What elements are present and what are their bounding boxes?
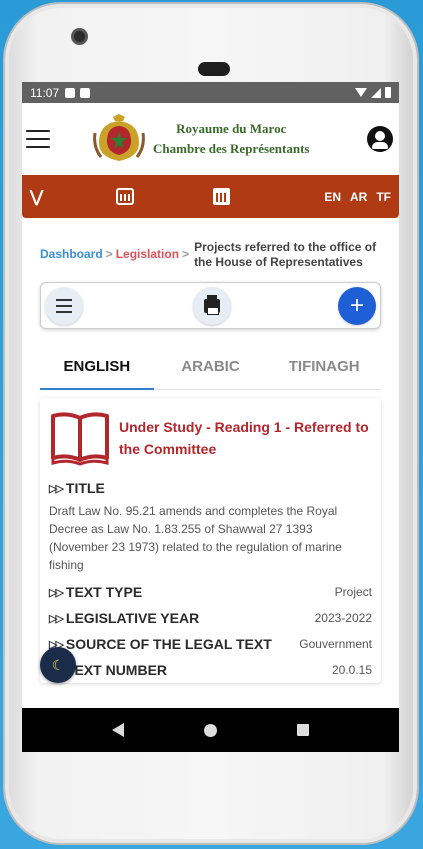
sliders-icon — [56, 298, 72, 313]
field-row: ▷▷ SOURCE OF THE LEGAL TEXT Gouvernment — [49, 636, 372, 652]
recents-icon[interactable] — [297, 724, 309, 736]
wifi-icon — [355, 88, 367, 97]
printer-icon — [204, 294, 220, 315]
legislative-year-value: 2023-2022 — [314, 611, 372, 625]
signal-icon — [371, 87, 381, 98]
notification-icon — [65, 87, 76, 98]
breadcrumb: Dashboard > Legislation > Projects refer… — [22, 218, 399, 270]
double-arrow-icon: ▷▷ — [49, 482, 64, 495]
language-switcher: EN AR TF — [324, 190, 391, 204]
calendar-icon[interactable] — [116, 188, 134, 205]
status-time: 11:07 — [30, 85, 60, 100]
field-label-row: ▷▷ TEXT TYPE — [49, 584, 142, 600]
battery-icon — [385, 87, 391, 98]
status-bar: 11:07 — [22, 82, 399, 103]
chart-icon[interactable] — [213, 188, 230, 205]
tab-arabic[interactable]: ARABIC — [154, 342, 268, 389]
double-chevron-down-icon[interactable]: ⋁ — [30, 187, 50, 207]
coat-of-arms-logo — [93, 114, 145, 161]
text-number-value: 20.0.15 — [331, 663, 372, 677]
android-nav-bar — [22, 708, 399, 752]
menu-icon[interactable] — [26, 130, 50, 148]
breadcrumb-separator: > — [105, 247, 113, 261]
title-label: TITLE — [65, 480, 105, 496]
breadcrumb-current: Projects referred to the office of the H… — [194, 240, 377, 269]
brand-title-line2: Chambre des Représentants — [153, 141, 310, 156]
lang-tf-button[interactable]: TF — [376, 190, 391, 204]
language-tabs: ENGLISH ARABIC TIFINAGH — [40, 342, 381, 390]
print-button[interactable] — [193, 286, 231, 325]
field-row: ▷▷ TEXT NUMBER 20.0.15 — [49, 662, 372, 678]
brand-title-line1: Royaume du Maroc — [176, 121, 287, 136]
field-label-row: ▷▷ LEGISLATIVE YEAR — [49, 610, 199, 626]
tab-english[interactable]: ENGLISH — [40, 342, 154, 390]
front-camera — [71, 28, 88, 45]
field-row: ▷▷ TEXT TYPE Project — [49, 584, 372, 600]
top-nav-bar: ⋁ EN AR TF — [22, 175, 399, 218]
source-value: Gouvernment — [299, 637, 372, 651]
legislative-year-label: LEGISLATIVE YEAR — [65, 610, 200, 626]
breadcrumb-separator: > — [182, 247, 190, 261]
dark-mode-toggle[interactable]: ☾ — [40, 647, 76, 683]
earpiece-speaker — [198, 62, 230, 76]
sd-card-icon — [80, 87, 91, 98]
plus-icon: + — [349, 291, 364, 319]
lang-ar-button[interactable]: AR — [350, 190, 367, 204]
status-row: Under Study - Reading 1 - Referred to th… — [49, 410, 372, 466]
brand-titles: Royaume du Maroc Chambre des Représentan… — [153, 119, 309, 159]
double-arrow-icon: ▷▷ — [49, 612, 64, 625]
tab-tifinagh[interactable]: TIFINAGH — [267, 342, 381, 389]
title-value: Draft Law No. 95.21 amends and completes… — [49, 504, 342, 572]
action-toolbar: + — [40, 282, 381, 329]
field-label-row: ▷▷ SOURCE OF THE LEGAL TEXT — [49, 636, 272, 652]
open-book-icon — [51, 412, 109, 466]
double-arrow-icon: ▷▷ — [49, 586, 64, 599]
app-screen: 11:07 Royaume du Maroc Chambre des Repré… — [22, 82, 399, 752]
app-header: Royaume du Maroc Chambre des Représentan… — [22, 103, 399, 175]
user-profile-icon[interactable] — [367, 126, 393, 152]
law-detail-card: Under Study - Reading 1 - Referred to th… — [40, 398, 381, 683]
back-icon[interactable] — [112, 723, 124, 737]
text-type-value: Project — [334, 585, 372, 599]
text-type-label: TEXT TYPE — [65, 584, 143, 600]
source-label: SOURCE OF THE LEGAL TEXT — [65, 636, 272, 652]
status-indicators — [355, 87, 391, 98]
title-label-row: ▷▷ TITLE — [49, 480, 372, 496]
moon-icon: ☾ — [51, 656, 65, 673]
home-icon[interactable] — [204, 723, 217, 737]
filter-button[interactable] — [45, 286, 83, 325]
field-row: ▷▷ LEGISLATIVE YEAR 2023-2022 — [49, 610, 372, 626]
breadcrumb-dashboard-link[interactable]: Dashboard — [40, 247, 103, 261]
lang-en-button[interactable]: EN — [324, 190, 341, 204]
text-number-label: TEXT NUMBER — [65, 662, 168, 678]
status-text: Under Study - Reading 1 - Referred to th… — [119, 419, 369, 457]
add-button[interactable]: + — [338, 286, 376, 325]
breadcrumb-legislation-link[interactable]: Legislation — [116, 247, 179, 261]
